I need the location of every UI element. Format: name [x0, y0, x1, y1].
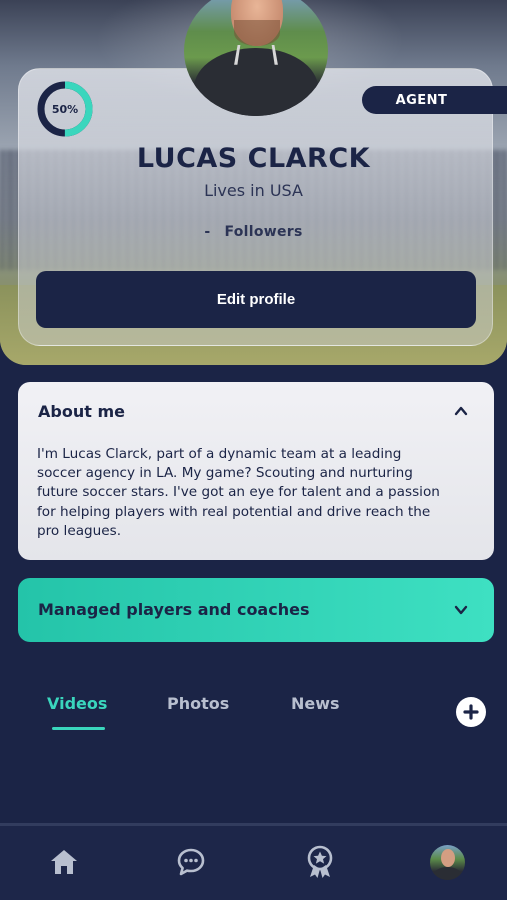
plus-icon [463, 704, 479, 720]
award-icon [307, 845, 333, 878]
about-me-text: I'm Lucas Clarck, part of a dynamic team… [37, 445, 477, 541]
profile-completion-ring: 50% [36, 80, 94, 138]
nav-home[interactable] [46, 844, 82, 880]
about-line: I'm Lucas Clarck, part of a dynamic team… [37, 446, 402, 462]
followers-row[interactable]: - Followers [0, 224, 507, 240]
managed-players-title: Managed players and coaches [38, 600, 310, 619]
about-line: pro leagues. [37, 522, 122, 539]
chat-icon [177, 848, 205, 876]
tab-videos[interactable]: Videos [47, 694, 107, 713]
profile-name: LUCAS CLARCK [136, 143, 371, 174]
about-line: for helping players with real potential … [37, 503, 431, 520]
about-line: future soccer stars. I've got an eye for… [37, 484, 440, 501]
about-me-panel: About me I'm Lucas Clarck, part of a dyn… [18, 382, 494, 560]
profile-location: Lives in USA [204, 181, 303, 200]
managed-players-panel[interactable]: Managed players and coaches [18, 578, 494, 642]
role-badge: AGENT [362, 86, 507, 114]
followers-count: - [204, 224, 211, 240]
bottom-navigation [0, 823, 507, 900]
nav-messages[interactable] [173, 844, 209, 880]
tab-photos[interactable]: Photos [167, 694, 229, 713]
edit-profile-button[interactable]: Edit profile [36, 271, 476, 328]
nav-profile-avatar[interactable] [430, 845, 465, 880]
chevron-down-icon[interactable] [454, 603, 468, 617]
chevron-up-icon[interactable] [454, 404, 468, 418]
nav-awards[interactable] [302, 844, 338, 880]
about-line: soccer agency in LA. My game? Scouting a… [37, 465, 413, 482]
home-icon [51, 850, 77, 874]
about-me-title[interactable]: About me [38, 402, 125, 421]
followers-label: Followers [224, 224, 303, 240]
profile-completion-label: 50% [51, 102, 79, 116]
add-button[interactable] [456, 697, 486, 727]
tab-news[interactable]: News [291, 694, 340, 713]
profile-photo[interactable] [184, 0, 328, 116]
active-tab-indicator [52, 727, 105, 730]
